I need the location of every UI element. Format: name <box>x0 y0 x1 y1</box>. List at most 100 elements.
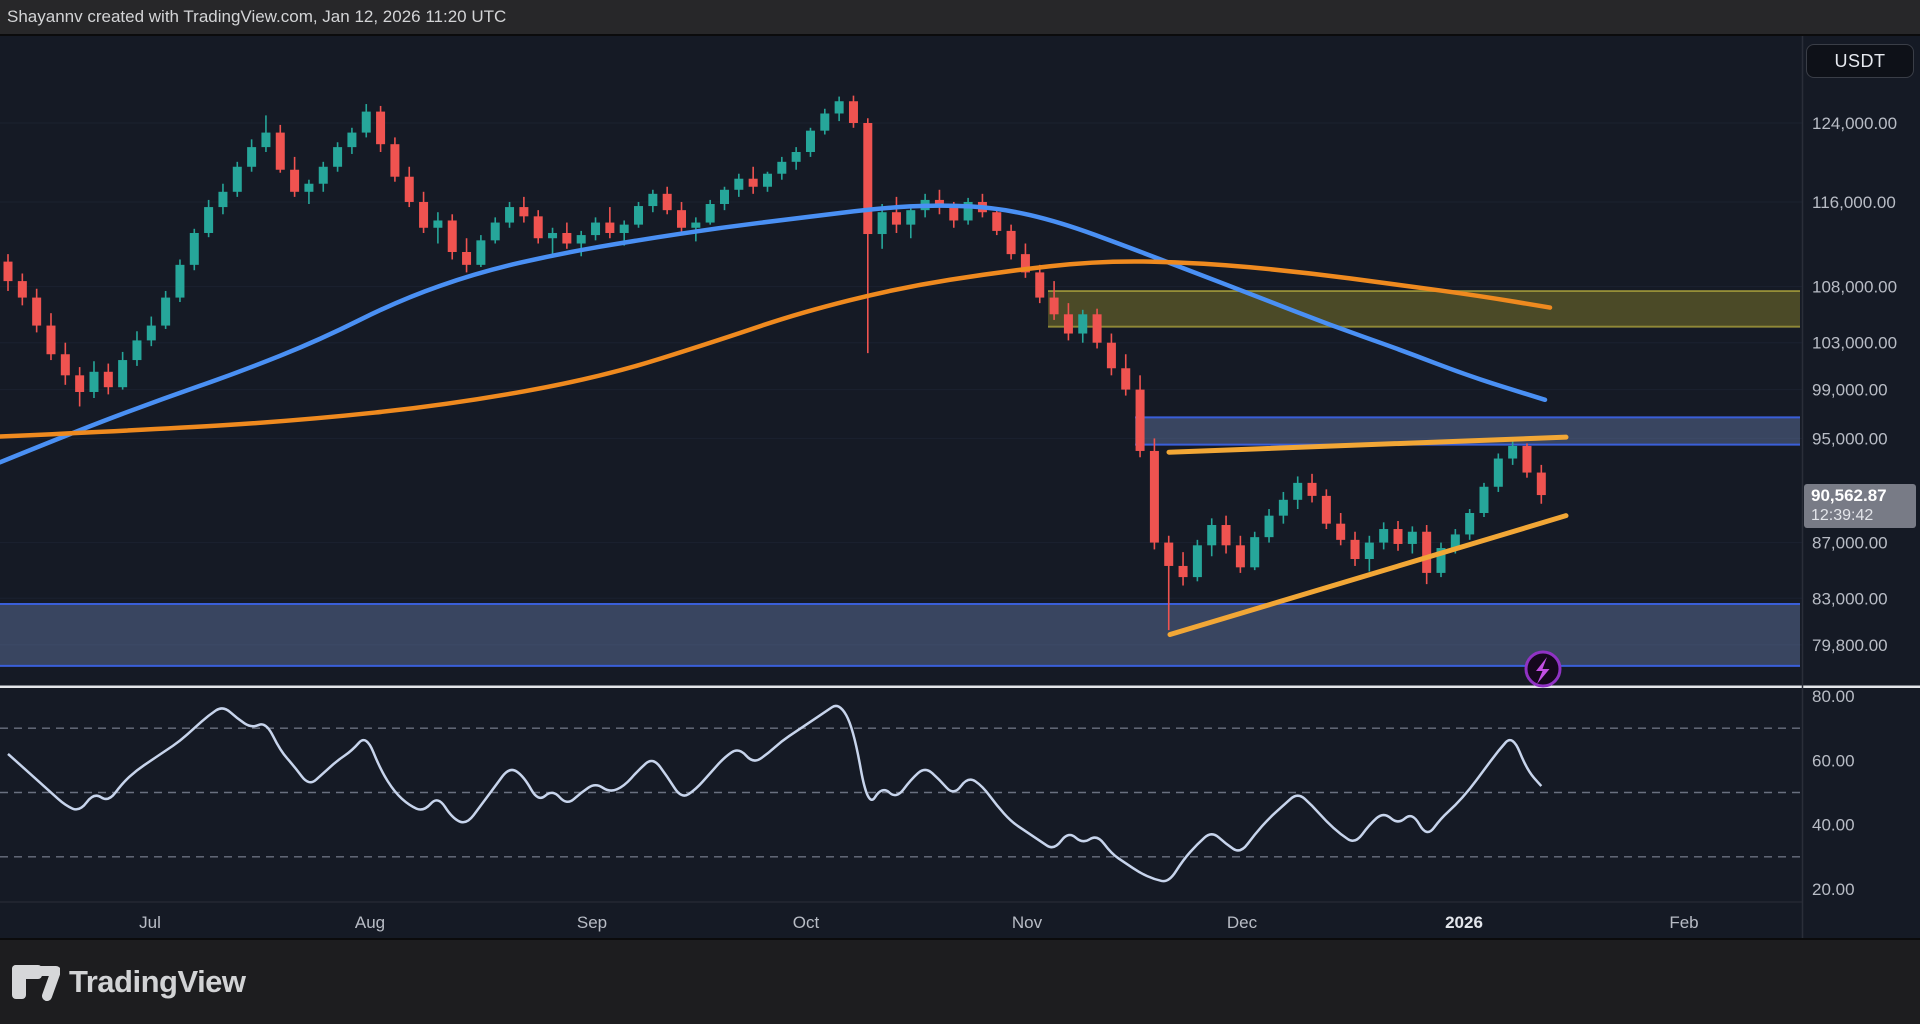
candle-body <box>1365 543 1374 559</box>
candle-body <box>849 101 858 123</box>
candle-body <box>204 207 213 233</box>
candle-body <box>1508 446 1517 459</box>
candle-body <box>419 202 428 228</box>
candle-body <box>548 233 557 238</box>
header-bar: Shayannv created with TradingView.com, J… <box>0 0 1920 36</box>
candle-body <box>1265 516 1274 537</box>
candle-body <box>104 372 113 387</box>
candle-body <box>749 179 758 187</box>
last-price-value: 90,562.87 <box>1811 486 1916 506</box>
candle-body <box>276 133 285 170</box>
boost-icon[interactable] <box>1526 652 1560 686</box>
candle-body <box>691 223 700 228</box>
tradingview-brand-text[interactable]: TradingView <box>69 964 246 1000</box>
candle-body <box>491 223 500 241</box>
symbol-chip[interactable]: USDT <box>1806 44 1914 78</box>
candle-body <box>218 192 227 207</box>
candle-body <box>1193 545 1202 577</box>
candle-body <box>1093 314 1102 342</box>
candle-body <box>906 210 915 224</box>
time-axis-label: Nov <box>1012 913 1043 932</box>
candle-body <box>1293 483 1302 500</box>
price-axis-label: 116,000.00 <box>1812 193 1896 212</box>
candle-body <box>734 179 743 190</box>
candle-body <box>1236 545 1245 567</box>
candle-body <box>1494 459 1503 487</box>
symbol-chip-label: USDT <box>1835 51 1886 72</box>
time-axis-label: Feb <box>1669 913 1698 932</box>
candle-body <box>462 252 471 265</box>
rsi-axis-label: 20.00 <box>1812 880 1855 899</box>
candle-body <box>1537 473 1546 495</box>
candle-body <box>46 326 55 355</box>
candle-body <box>347 133 356 148</box>
candle-body <box>1078 314 1087 333</box>
candle-body <box>4 262 13 281</box>
candle-body <box>433 220 442 227</box>
footer-bar: TradingView <box>0 938 1920 1024</box>
candle-body <box>147 326 156 341</box>
candle-body <box>1394 529 1403 544</box>
candle-body <box>75 375 84 392</box>
candle-body <box>1250 537 1259 567</box>
candle-body <box>290 170 299 192</box>
candle-body <box>89 372 98 392</box>
candle-body <box>32 298 41 326</box>
candle-body <box>333 147 342 167</box>
candle-body <box>720 190 729 204</box>
candlestick-series <box>4 96 1546 630</box>
candle-body <box>61 354 70 375</box>
candle-body <box>1050 298 1059 315</box>
time-axis-label: Sep <box>577 913 607 932</box>
candle-body <box>1136 390 1145 451</box>
candle-body <box>1207 525 1216 545</box>
candle-body <box>892 212 901 224</box>
resistance-zone-yellow <box>1048 291 1800 327</box>
rsi-axis-label: 80.00 <box>1812 687 1855 706</box>
bar-countdown: 12:39:42 <box>1811 506 1916 526</box>
last-price-badge[interactable]: 90,562.87 12:39:42 <box>1804 484 1916 528</box>
candle-body <box>1522 446 1531 473</box>
price-axis-label: 87,000.00 <box>1812 534 1888 553</box>
candle-body <box>1179 566 1188 577</box>
candle-body <box>1279 500 1288 516</box>
candle-body <box>1308 483 1317 496</box>
candle-body <box>505 207 514 222</box>
candle-body <box>863 123 872 234</box>
candle-body <box>1164 543 1173 566</box>
chart-canvas[interactable]: 124,000.00116,000.00108,000.00103,000.00… <box>0 0 1920 1024</box>
candle-body <box>18 281 27 297</box>
candle-body <box>820 113 829 130</box>
candle-body <box>161 298 170 326</box>
candle-body <box>1379 529 1388 543</box>
candle-body <box>1336 524 1345 540</box>
price-axis-label: 79,800.00 <box>1812 636 1888 655</box>
candle-body <box>390 144 399 177</box>
candle-body <box>233 167 242 192</box>
candle-body <box>763 174 772 187</box>
candle-body <box>476 240 485 265</box>
price-axis-label: 95,000.00 <box>1812 429 1888 448</box>
candle-body <box>706 204 715 223</box>
candle-body <box>992 212 1001 231</box>
candle-body <box>648 194 657 206</box>
candle-body <box>591 223 600 236</box>
time-axis-label: Dec <box>1227 913 1258 932</box>
price-axis-label: 108,000.00 <box>1812 278 1897 297</box>
candle-body <box>806 131 815 152</box>
watermark-credit: Shayannv created with TradingView.com, J… <box>7 7 506 26</box>
tradingview-logo-icon[interactable] <box>10 963 60 1001</box>
pane-separator[interactable] <box>0 686 1920 689</box>
candle-body <box>362 112 371 133</box>
candle-body <box>605 223 614 233</box>
time-axis-label: 2026 <box>1445 913 1483 932</box>
candle-body <box>835 101 844 113</box>
tradingview-chart-screenshot: Shayannv created with TradingView.com, J… <box>0 0 1920 1024</box>
candle-body <box>304 184 313 192</box>
candle-body <box>562 233 571 244</box>
candle-body <box>175 265 184 298</box>
time-axis-label: Oct <box>793 913 820 932</box>
candle-body <box>1035 272 1044 297</box>
candle-body <box>1465 513 1474 534</box>
candle-body <box>1351 540 1360 559</box>
